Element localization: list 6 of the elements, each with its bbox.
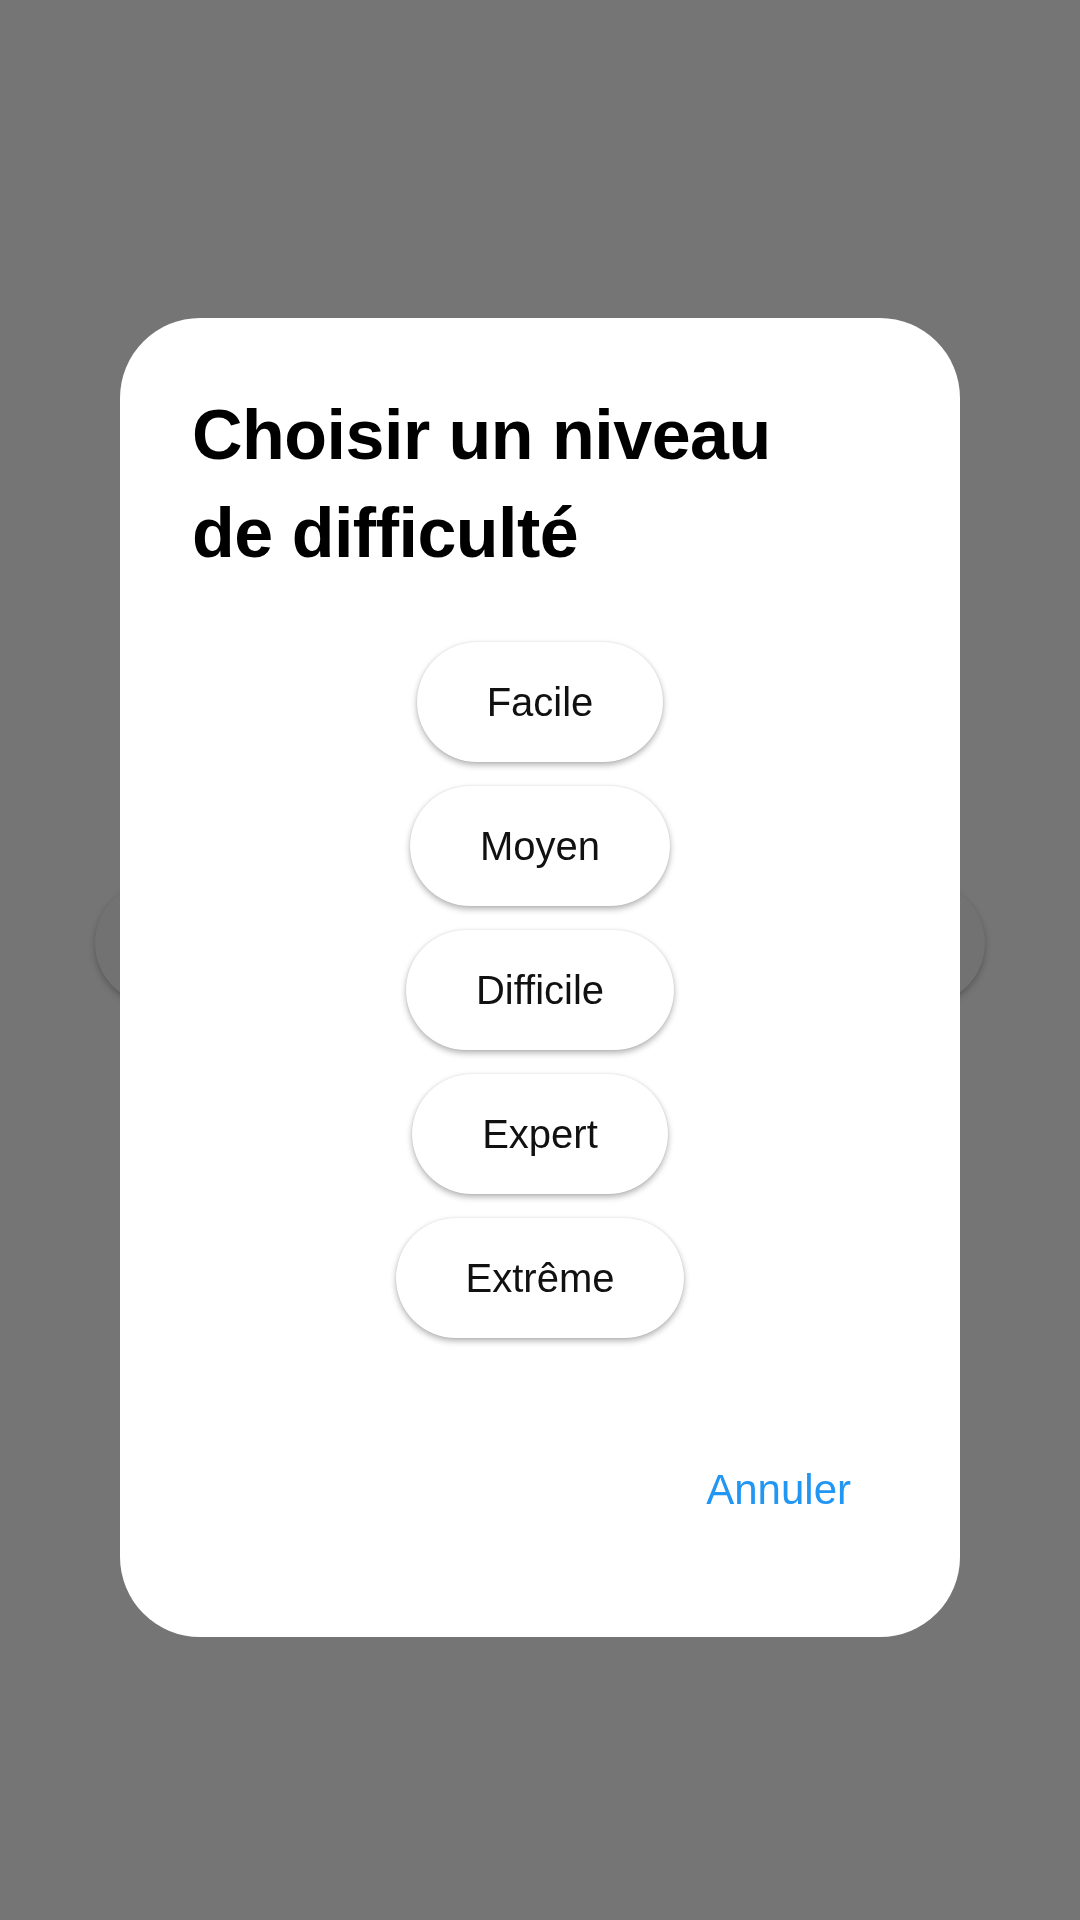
difficulty-option-button[interactable]: Extrême — [395, 1218, 685, 1338]
difficulty-option-button[interactable]: Moyen — [409, 786, 671, 906]
difficulty-option-button[interactable]: Expert — [412, 1074, 668, 1194]
dialog-title: Choisir un niveau de difficulté — [192, 395, 772, 574]
difficulty-option-button[interactable]: Difficile — [405, 930, 675, 1050]
difficulty-option-button[interactable]: Facile — [416, 642, 664, 762]
